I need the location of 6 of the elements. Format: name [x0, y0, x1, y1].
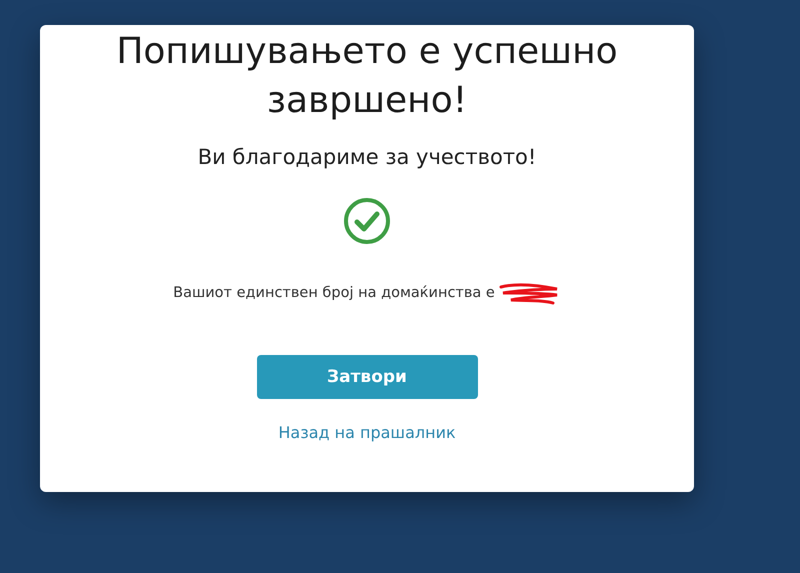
check-circle-icon [343, 197, 391, 245]
dialog-subtitle: Ви благодариме за учеството! [198, 145, 536, 169]
back-to-questionnaire-link[interactable]: Назад на прашалник [278, 423, 456, 442]
close-button[interactable]: Затвори [256, 355, 478, 399]
household-number-text: Вашиот единствен број на домаќинства е [173, 285, 495, 301]
dialog-title: Попишувањето е успешно завршено! [115, 30, 619, 123]
